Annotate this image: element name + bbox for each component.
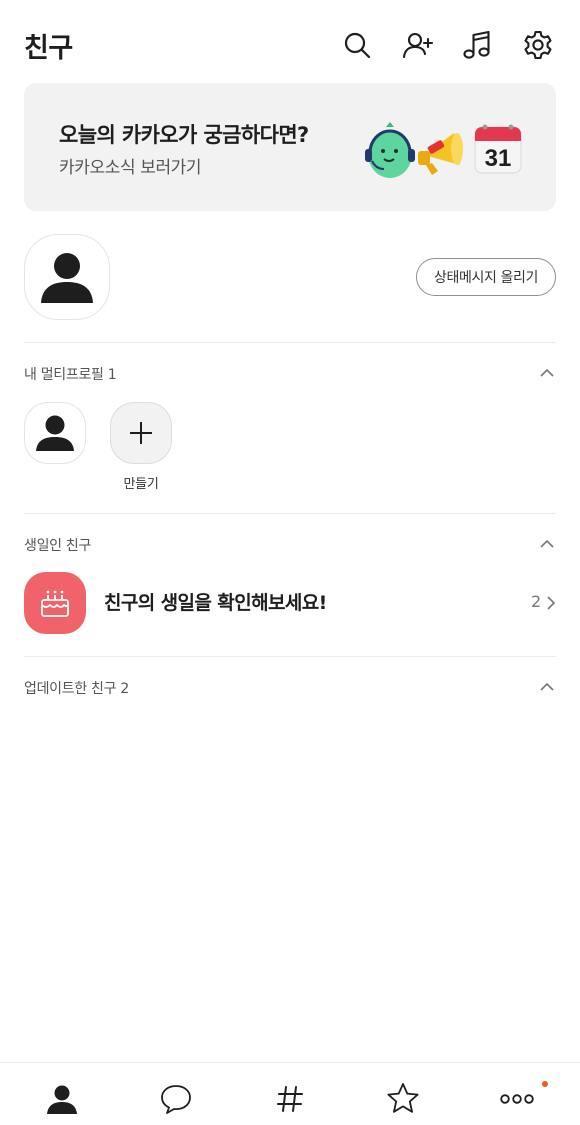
- megaphone-icon: [418, 133, 463, 175]
- kakao-news-banner[interactable]: 오늘의 카카오가 궁금하다면? 카카오소식 보러가기 31: [24, 83, 556, 211]
- cake-icon: [41, 590, 69, 617]
- divider: [24, 656, 556, 657]
- birthday-cake-tile[interactable]: [24, 572, 86, 634]
- bottom-tab-bar: [0, 1062, 580, 1125]
- post-status-message-button[interactable]: 상태메시지 올리기: [416, 258, 556, 296]
- banner-illustration: 31: [365, 122, 522, 178]
- hashtag-icon: [277, 1086, 303, 1112]
- person-icon: [47, 1085, 77, 1114]
- banner-subtitle: 카카오소식 보러가기: [59, 158, 202, 178]
- new-badge-dot: [542, 1081, 548, 1087]
- search-icon[interactable]: [340, 28, 374, 62]
- calendar-day: 31: [485, 145, 512, 172]
- page-title: 친구: [24, 33, 73, 64]
- birthday-section-label: 생일인 친구: [24, 538, 92, 554]
- settings-icon[interactable]: [521, 28, 555, 62]
- character-icon: [365, 122, 415, 178]
- plus-icon: [130, 422, 152, 444]
- chevron-up-icon[interactable]: [536, 533, 558, 555]
- calendar-icon: 31: [474, 124, 522, 174]
- view-tab[interactable]: [385, 1081, 421, 1117]
- create-label: 만들기: [123, 477, 159, 492]
- multi-profile-avatar[interactable]: [24, 402, 86, 464]
- more-dots-icon: [500, 1094, 534, 1104]
- multi-profile-section-label: 내 멀티프로필 1: [24, 367, 117, 383]
- birthday-count[interactable]: 2: [531, 592, 541, 611]
- my-profile-avatar[interactable]: [24, 234, 110, 320]
- banner-title: 오늘의 카카오가 궁금하다면?: [59, 123, 309, 147]
- create-multi-profile-button[interactable]: [110, 402, 172, 464]
- birthday-prompt[interactable]: 친구의 생일을 확인해보세요!: [104, 588, 327, 615]
- friends-tab[interactable]: [44, 1081, 80, 1117]
- openchat-tab[interactable]: [272, 1081, 308, 1117]
- star-icon: [387, 1083, 419, 1113]
- header: 친구: [0, 0, 580, 84]
- updated-friends-section-label: 업데이트한 친구 2: [24, 681, 129, 697]
- speech-bubble-icon: [161, 1085, 191, 1114]
- chevron-right-icon[interactable]: [544, 594, 558, 612]
- person-icon: [41, 253, 93, 303]
- divider: [24, 342, 556, 343]
- add-friend-icon[interactable]: [401, 28, 435, 62]
- more-tab[interactable]: [499, 1081, 535, 1117]
- music-icon[interactable]: [460, 28, 494, 62]
- person-icon: [36, 415, 74, 451]
- chevron-up-icon[interactable]: [536, 362, 558, 384]
- chevron-up-icon[interactable]: [536, 676, 558, 698]
- chats-tab[interactable]: [158, 1081, 194, 1117]
- divider: [24, 513, 556, 514]
